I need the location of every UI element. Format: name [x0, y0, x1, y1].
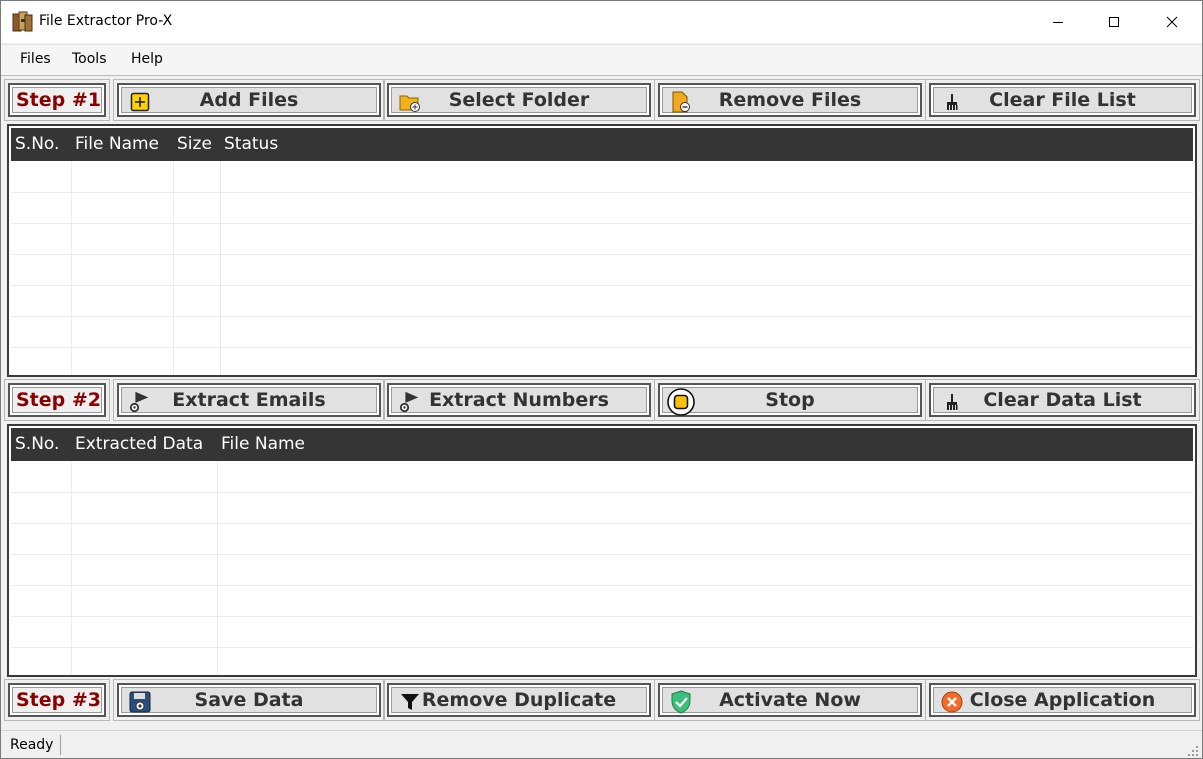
- remove-files-button[interactable]: Remove Files: [654, 79, 926, 121]
- files-table[interactable]: S.No. File Name Size Status: [7, 124, 1197, 377]
- clear-data-list-label: Clear Data List: [983, 389, 1142, 411]
- status-bar: Ready: [1, 730, 1202, 758]
- separator: [1, 75, 1202, 76]
- grid-line: [11, 616, 1193, 617]
- window-title: File Extractor Pro-X: [39, 13, 173, 29]
- title-bar: File Extractor Pro-X: [1, 1, 1202, 43]
- stop-button[interactable]: Stop: [654, 379, 926, 421]
- broom-icon: [941, 391, 963, 413]
- folder-add-icon: [399, 91, 421, 113]
- app-window: File Extractor Pro-X Files Tools Help St…: [0, 0, 1203, 759]
- add-files-label: Add Files: [199, 89, 299, 111]
- grid-line: [11, 223, 1193, 224]
- select-folder-button[interactable]: Select Folder: [383, 79, 655, 121]
- remove-duplicate-button[interactable]: Remove Duplicate: [383, 679, 655, 721]
- broom-icon: [941, 91, 963, 113]
- column-header[interactable]: Size: [177, 134, 212, 154]
- close-circle-icon: [941, 691, 963, 713]
- close-icon: [1166, 16, 1178, 28]
- clear-file-list-label: Clear File List: [989, 89, 1136, 111]
- grid-line: [11, 285, 1193, 286]
- menu-tools[interactable]: Tools: [72, 51, 107, 67]
- menu-bar: Files Tools Help: [1, 44, 1202, 75]
- archive-icon: [12, 11, 34, 33]
- status-separator: [60, 735, 61, 755]
- grid-line: [173, 161, 174, 375]
- grid-line: [11, 585, 1193, 586]
- grid-line: [11, 647, 1193, 648]
- close-window-button[interactable]: [1149, 1, 1195, 43]
- grid-line: [217, 461, 218, 675]
- select-folder-label: Select Folder: [448, 89, 590, 111]
- save-data-label: Save Data: [194, 689, 304, 711]
- grid-line: [11, 316, 1193, 317]
- clear-file-list-button[interactable]: Clear File List: [925, 79, 1200, 121]
- grid-line: [11, 192, 1193, 193]
- remove-duplicate-label: Remove Duplicate: [421, 689, 617, 711]
- grid-line: [11, 554, 1193, 555]
- close-application-button[interactable]: Close Application: [925, 679, 1200, 721]
- menu-files[interactable]: Files: [20, 51, 51, 67]
- data-table-header: S.No. Extracted Data File Name: [11, 428, 1193, 461]
- column-header[interactable]: File Name: [221, 434, 305, 454]
- close-application-label: Close Application: [969, 689, 1156, 711]
- column-header[interactable]: Extracted Data: [75, 434, 203, 454]
- menu-help[interactable]: Help: [131, 51, 163, 67]
- grid-line: [11, 254, 1193, 255]
- step1-label: Step #1: [4, 79, 110, 121]
- activate-now-button[interactable]: Activate Now: [654, 679, 926, 721]
- minimize-button[interactable]: [1035, 1, 1081, 43]
- clear-data-list-button[interactable]: Clear Data List: [925, 379, 1200, 421]
- extract-numbers-button[interactable]: Extract Numbers: [383, 379, 655, 421]
- funnel-gear-icon: [399, 391, 421, 413]
- status-text: Ready: [10, 737, 54, 753]
- remove-files-label: Remove Files: [718, 89, 862, 111]
- stop-label: Stop: [765, 389, 815, 411]
- grid-line: [11, 347, 1193, 348]
- extract-numbers-label: Extract Numbers: [429, 389, 609, 411]
- maximize-icon: [1109, 17, 1119, 27]
- funnel-gear-icon: [129, 391, 151, 413]
- file-remove-icon: [670, 91, 692, 113]
- stop-icon: [667, 388, 695, 416]
- column-header[interactable]: S.No.: [15, 434, 59, 454]
- column-header[interactable]: S.No.: [15, 134, 59, 154]
- plus-square-icon: [129, 91, 151, 113]
- column-header[interactable]: File Name: [75, 134, 159, 154]
- add-files-button[interactable]: Add Files: [113, 79, 385, 121]
- floppy-icon: [129, 691, 151, 713]
- step2-label: Step #2: [4, 379, 110, 421]
- activate-now-label: Activate Now: [719, 689, 861, 711]
- grid-line: [11, 523, 1193, 524]
- filter-icon: [399, 691, 421, 713]
- shield-check-icon: [670, 690, 692, 714]
- files-table-header: S.No. File Name Size Status: [11, 128, 1193, 161]
- extract-emails-button[interactable]: Extract Emails: [113, 379, 385, 421]
- data-table[interactable]: S.No. Extracted Data File Name: [7, 424, 1197, 677]
- step3-label: Step #3: [4, 679, 110, 721]
- grid-line: [71, 161, 72, 375]
- grid-line: [71, 461, 72, 675]
- maximize-button[interactable]: [1091, 1, 1137, 43]
- save-data-button[interactable]: Save Data: [113, 679, 385, 721]
- extract-emails-label: Extract Emails: [172, 389, 326, 411]
- grid-line: [11, 492, 1193, 493]
- resize-grip-icon[interactable]: [1187, 744, 1199, 756]
- column-header[interactable]: Status: [224, 134, 278, 154]
- minimize-icon: [1053, 22, 1063, 23]
- grid-line: [220, 161, 221, 375]
